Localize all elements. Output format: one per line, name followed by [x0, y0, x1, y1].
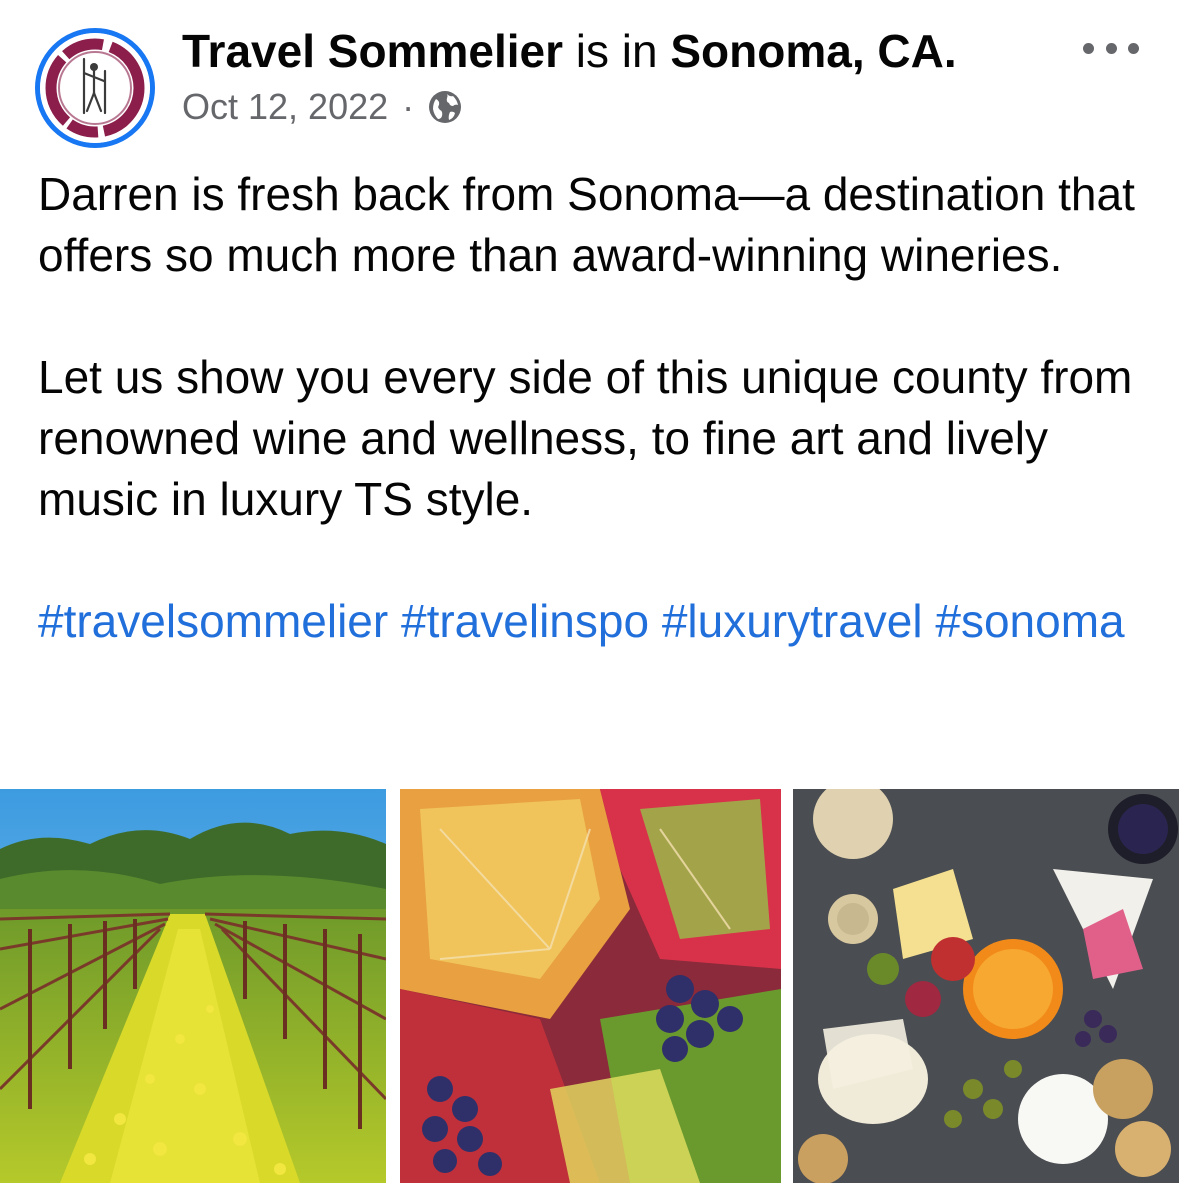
post-body: Darren is fresh back from Sonoma—a desti…: [38, 164, 1158, 652]
header-text: Travel Sommelier is in Sonoma, CA. Oct 1…: [182, 22, 1062, 132]
hashtag-link[interactable]: #sonoma: [935, 595, 1124, 647]
post-paragraph: Let us show you every side of this uniqu…: [38, 351, 1133, 525]
hashtag-list: #travelsommelier #travelinspo #luxurytra…: [38, 591, 1158, 652]
author-name[interactable]: Travel Sommelier: [182, 25, 563, 77]
location-link[interactable]: Sonoma, CA.: [670, 25, 956, 77]
hashtag-link[interactable]: #travelsommelier: [38, 595, 388, 647]
photo-grid: [0, 789, 1179, 1183]
more-dot: [1128, 42, 1139, 54]
hashtag-link[interactable]: #luxurytravel: [662, 595, 923, 647]
more-dot: [1083, 42, 1094, 54]
hashtag-link[interactable]: #travelinspo: [401, 595, 649, 647]
meta-separator: ·: [402, 86, 415, 127]
more-options-icon[interactable]: [1083, 28, 1139, 68]
photo-grape-leaves[interactable]: [400, 789, 781, 1183]
post-paragraph: Darren is fresh back from Sonoma—a desti…: [38, 168, 1135, 281]
photo-vineyard[interactable]: [0, 789, 386, 1183]
post-date[interactable]: Oct 12, 2022: [182, 82, 388, 132]
post-meta: Oct 12, 2022 ·: [182, 82, 1062, 132]
photo-charcuterie-board[interactable]: [793, 789, 1179, 1183]
more-dot: [1105, 42, 1117, 54]
post-header: Travel Sommelier is in Sonoma, CA. Oct 1…: [0, 0, 1179, 150]
profile-avatar[interactable]: [35, 28, 155, 148]
post-title: Travel Sommelier is in Sonoma, CA.: [182, 22, 1062, 80]
travel-sommelier-logo-icon: [40, 33, 150, 143]
globe-icon[interactable]: [426, 88, 464, 126]
location-prefix: is in: [575, 25, 658, 77]
